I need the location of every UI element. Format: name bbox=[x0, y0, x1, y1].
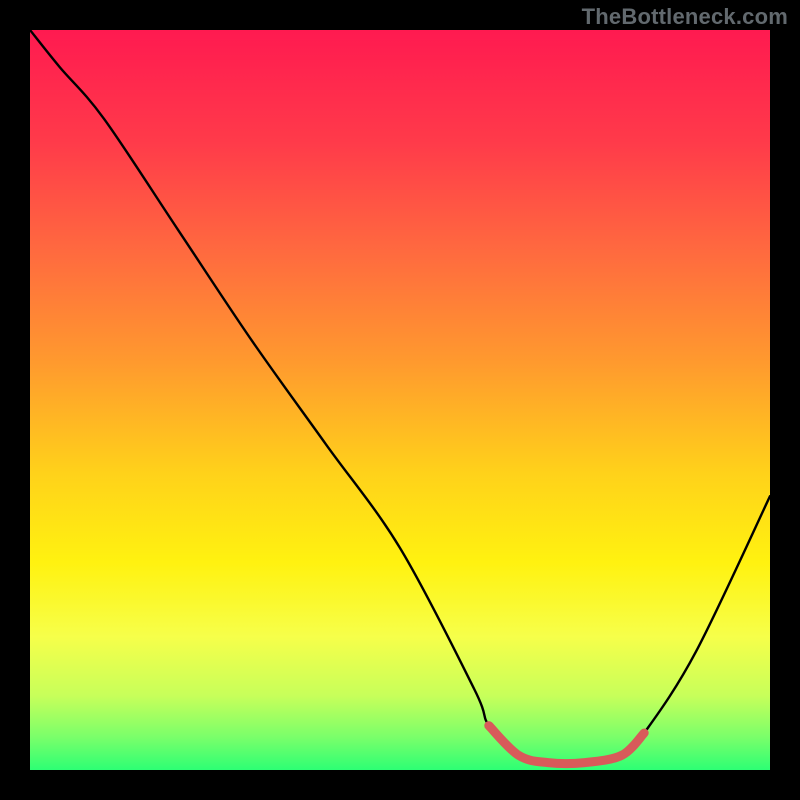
bottleneck-plot bbox=[30, 30, 770, 770]
chart-frame: TheBottleneck.com bbox=[0, 0, 800, 800]
watermark-text: TheBottleneck.com bbox=[582, 4, 788, 30]
plot-background bbox=[30, 30, 770, 770]
